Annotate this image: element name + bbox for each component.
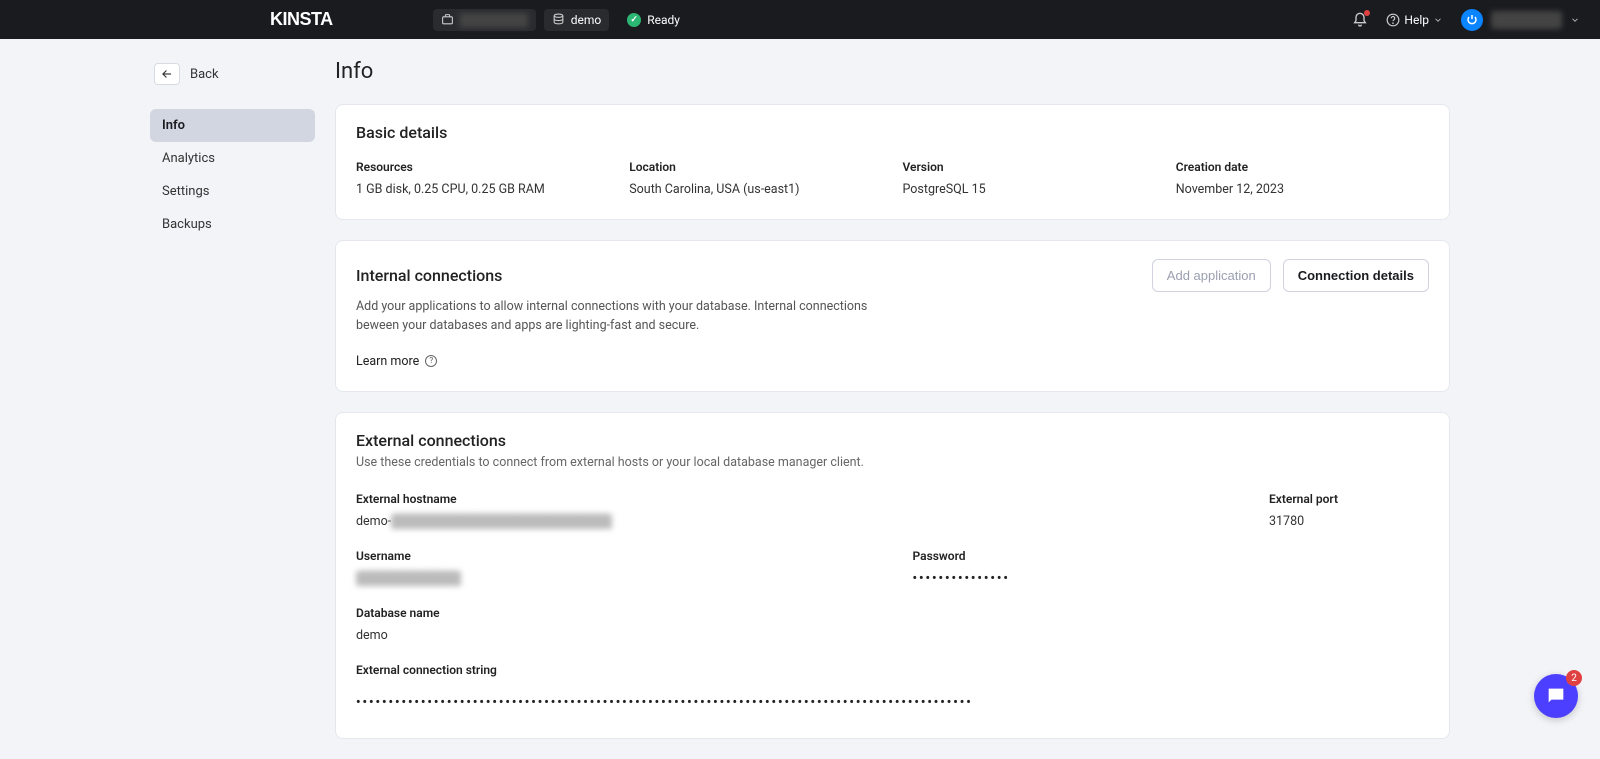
power-icon [1466, 14, 1478, 26]
dbname-value: demo [356, 628, 1429, 643]
status-text: Ready [647, 13, 680, 27]
briefcase-icon [441, 13, 454, 26]
hostname-value: demo-████████████████████████ [356, 514, 1229, 529]
created-value: November 12, 2023 [1176, 182, 1429, 197]
resources-value: 1 GB disk, 0.25 CPU, 0.25 GB RAM [356, 182, 609, 197]
chat-widget[interactable]: 2 [1534, 674, 1578, 718]
database-name: demo [571, 13, 602, 27]
chevron-down-icon [1570, 15, 1580, 25]
chat-badge: 2 [1566, 670, 1582, 686]
user-name-redacted: ██████ [1491, 11, 1562, 29]
back-button[interactable] [154, 63, 180, 85]
password-value: ••••••••••••••• [913, 571, 1430, 586]
avatar [1461, 9, 1483, 31]
status-badge: ✓ Ready [627, 13, 680, 27]
hostname-label: External hostname [356, 492, 1229, 506]
external-conn-description: Use these credentials to connect from ex… [356, 454, 876, 473]
port-label: External port [1269, 492, 1429, 506]
database-icon [552, 13, 565, 26]
connection-details-button[interactable]: Connection details [1283, 259, 1429, 292]
notification-dot [1364, 10, 1370, 16]
breadcrumb: ████████ demo ✓ Ready [433, 9, 680, 31]
add-application-button[interactable]: Add application [1152, 259, 1271, 292]
arrow-left-icon [160, 67, 174, 81]
port-value: 31780 [1269, 514, 1429, 529]
help-label: Help [1404, 13, 1429, 27]
sidebar-item-analytics[interactable]: Analytics [150, 142, 315, 175]
resources-label: Resources [356, 160, 609, 174]
main-content: Info Basic details Resources 1 GB disk, … [335, 59, 1450, 759]
help-icon [1386, 13, 1400, 27]
basic-details-card: Basic details Resources 1 GB disk, 0.25 … [335, 104, 1450, 220]
workspace-name-redacted: ████████ [460, 13, 528, 27]
password-label: Password [913, 549, 1430, 563]
sidebar-item-backups[interactable]: Backups [150, 208, 315, 241]
external-conn-title: External connections [356, 431, 1429, 450]
external-connections-card: External connections Use these credentia… [335, 412, 1450, 740]
back-label: Back [190, 67, 219, 82]
page-title: Info [335, 59, 1450, 84]
username-label: Username [356, 549, 873, 563]
created-label: Creation date [1176, 160, 1429, 174]
check-circle-icon: ✓ [627, 13, 641, 27]
info-icon: ? [425, 355, 437, 367]
sidebar-item-info[interactable]: Info [150, 109, 315, 142]
workspace-crumb[interactable]: ████████ [433, 9, 536, 31]
user-menu[interactable]: ██████ [1461, 9, 1580, 31]
help-menu[interactable]: Help [1386, 13, 1443, 27]
location-value: South Carolina, USA (us-east1) [629, 182, 882, 197]
brand-logo: KINSTA [270, 9, 333, 30]
internal-conn-title: Internal connections [356, 266, 502, 285]
dbname-label: Database name [356, 606, 1429, 620]
chat-icon [1545, 685, 1567, 707]
version-value: PostgreSQL 15 [903, 182, 1156, 197]
notifications-button[interactable] [1352, 12, 1368, 28]
internal-conn-description: Add your applications to allow internal … [356, 298, 876, 336]
version-label: Version [903, 160, 1156, 174]
sidebar: Back Info Analytics Settings Backups [150, 59, 315, 759]
learn-more-link[interactable]: Learn more ? [356, 354, 1429, 369]
topbar: KINSTA ████████ demo ✓ Ready Help [0, 0, 1600, 39]
chevron-down-icon [1433, 15, 1443, 25]
sidebar-item-settings[interactable]: Settings [150, 175, 315, 208]
connstring-value: ••••••••••••••••••••••••••••••••••••••••… [356, 695, 1429, 710]
database-crumb[interactable]: demo [544, 9, 610, 31]
basic-details-title: Basic details [356, 123, 1429, 142]
internal-connections-card: Internal connections Add application Con… [335, 240, 1450, 392]
connstring-label: External connection string [356, 663, 1429, 677]
location-label: Location [629, 160, 882, 174]
username-value: ███████████ [356, 571, 873, 586]
